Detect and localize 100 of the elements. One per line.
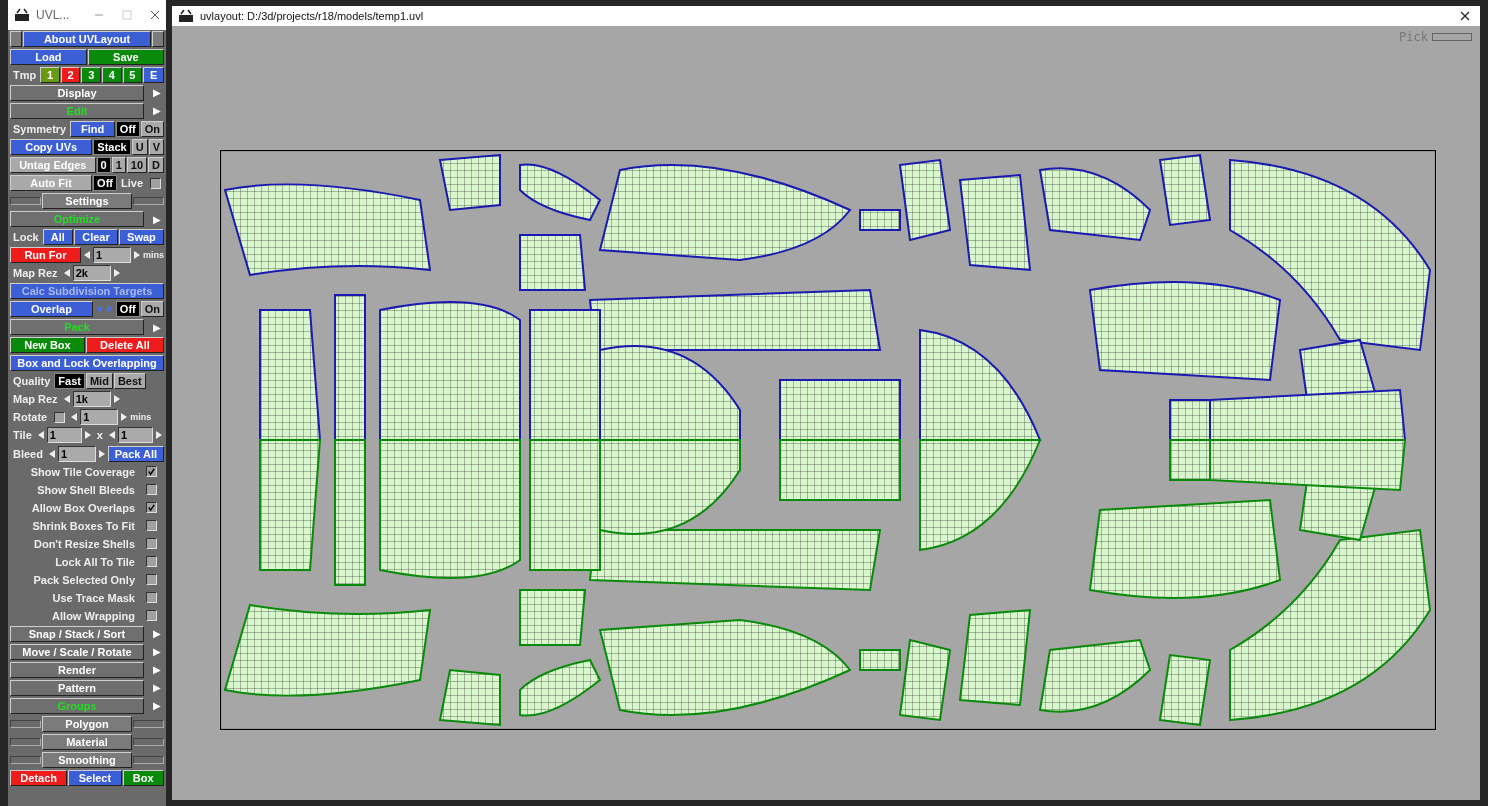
toggle-option[interactable]: Off (115, 120, 140, 137)
number-field[interactable]: 1 (57, 445, 96, 462)
field-label: Lock (12, 231, 40, 244)
option-label: Show Shell Bleeds (37, 483, 135, 496)
checkbox[interactable] (146, 610, 157, 622)
section-header[interactable]: Optimize (10, 211, 144, 228)
checkbox[interactable] (146, 520, 157, 532)
checkbox[interactable] (146, 502, 157, 514)
increment-arrow-icon[interactable] (134, 251, 140, 260)
toggle-option[interactable]: Best (113, 373, 146, 390)
toggle-option[interactable]: V (148, 139, 164, 155)
checkbox[interactable] (146, 484, 157, 496)
panel-button[interactable]: New Box (10, 337, 85, 354)
expand-arrow[interactable]: ▶ (150, 628, 164, 640)
panel-button[interactable]: 4 (102, 66, 122, 83)
toggle-option[interactable]: Off (93, 175, 117, 192)
field-label: Symmetry (12, 122, 68, 135)
uv-logo-icon (14, 8, 30, 22)
checkbox[interactable] (146, 574, 157, 586)
slider-track (133, 197, 164, 206)
toggle-option[interactable]: D (148, 157, 164, 173)
panel-button[interactable]: Box and Lock Overlapping (10, 355, 164, 372)
field-label: Bleed (12, 447, 44, 460)
toggle-option[interactable]: Stack (93, 139, 131, 155)
panel-button[interactable]: Copy UVs (10, 139, 93, 155)
section-header[interactable]: Pack (10, 319, 144, 336)
number-field[interactable]: 1 (93, 247, 131, 264)
group-button[interactable]: Material (42, 734, 132, 750)
panel-button[interactable]: Box (122, 770, 164, 787)
panel-button[interactable]: E (143, 66, 164, 83)
toggle-option[interactable]: U (131, 139, 148, 155)
section-header[interactable]: Pattern (10, 679, 144, 696)
field-label: Live (120, 177, 144, 190)
expand-arrow[interactable]: ▶ (150, 321, 164, 333)
side-handle[interactable] (152, 30, 164, 47)
number-field[interactable]: 1 (46, 427, 82, 444)
checkbox[interactable] (150, 177, 161, 189)
expand-arrow[interactable]: ▶ (150, 700, 164, 712)
section-header[interactable]: Display (10, 84, 144, 101)
expand-arrow[interactable]: ▶ (150, 682, 164, 694)
panel-button[interactable]: Load (10, 48, 87, 65)
panel-button[interactable]: 1 (40, 66, 60, 83)
group-button[interactable]: Settings (42, 193, 132, 210)
number-field[interactable]: 1k (72, 391, 111, 408)
expand-arrow[interactable]: ▶ (150, 105, 164, 117)
toggle-option[interactable]: Off (115, 301, 140, 318)
panel-button[interactable]: Swap (118, 229, 164, 246)
checkbox[interactable] (146, 466, 157, 478)
panel-button[interactable]: 3 (81, 66, 101, 83)
increment-arrow-icon[interactable] (113, 269, 120, 278)
number-field[interactable]: 2k (72, 265, 111, 282)
close-icon[interactable] (1460, 11, 1470, 21)
section-header[interactable]: Snap / Stack / Sort (10, 625, 144, 642)
slider-track (10, 738, 41, 746)
group-button[interactable]: Polygon (42, 716, 132, 732)
panel-button[interactable]: Run For (10, 247, 81, 264)
panel-button[interactable]: All (42, 229, 74, 246)
panel-button[interactable]: Overlap (10, 301, 93, 318)
expand-arrow[interactable]: ▶ (150, 87, 164, 99)
panel-button[interactable]: 5 (122, 66, 143, 83)
toggle-option[interactable]: Fast (54, 373, 85, 390)
increment-arrow-icon[interactable] (156, 431, 162, 440)
panel-button[interactable]: Save (87, 48, 164, 65)
option-label: Lock All To Tile (55, 555, 135, 568)
section-header[interactable]: Edit (10, 102, 144, 119)
panel-button[interactable]: Detach (10, 770, 68, 787)
toggle-option[interactable]: Mid (85, 373, 113, 390)
field-label: Rotate (12, 411, 49, 424)
checkbox[interactable] (54, 411, 66, 423)
checkbox[interactable] (146, 592, 157, 604)
decrement-arrow-icon[interactable] (84, 251, 90, 260)
pick-field[interactable] (1432, 33, 1472, 41)
panel-button[interactable]: Find (70, 120, 115, 137)
toggle-option[interactable]: On (140, 120, 164, 137)
group-button[interactable]: Smoothing (42, 752, 132, 769)
toggle-option[interactable]: 10 (126, 157, 148, 173)
toggle-option[interactable]: 0 (96, 157, 111, 173)
section-header[interactable]: Move / Scale / Rotate (10, 643, 144, 660)
about-button[interactable]: About UVLayout (23, 30, 151, 47)
toggle-option[interactable]: 1 (111, 157, 126, 173)
decrement-arrow-icon[interactable] (63, 269, 70, 278)
side-handle[interactable] (10, 30, 22, 47)
section-header[interactable]: Render (10, 661, 144, 678)
number-field[interactable]: 1 (80, 409, 119, 426)
panel-button[interactable]: Delete All (85, 337, 164, 354)
panel-button[interactable]: Pack All (107, 445, 164, 462)
expand-arrow[interactable]: ▶ (150, 213, 164, 225)
close-icon[interactable] (150, 10, 160, 20)
panel-button[interactable]: Select (68, 770, 122, 787)
decrement-arrow-icon[interactable] (108, 431, 115, 440)
number-field[interactable]: 1 (117, 427, 153, 444)
expand-arrow[interactable]: ▶ (150, 646, 164, 658)
section-header[interactable]: Groups (10, 697, 144, 714)
checkbox[interactable] (146, 538, 157, 550)
panel-button[interactable]: 2 (60, 66, 81, 83)
unit-label: mins (130, 412, 152, 423)
checkbox[interactable] (146, 556, 157, 568)
expand-arrow[interactable]: ▶ (150, 664, 164, 676)
panel-button[interactable]: Clear (74, 229, 118, 246)
toggle-option[interactable]: On (140, 301, 164, 318)
